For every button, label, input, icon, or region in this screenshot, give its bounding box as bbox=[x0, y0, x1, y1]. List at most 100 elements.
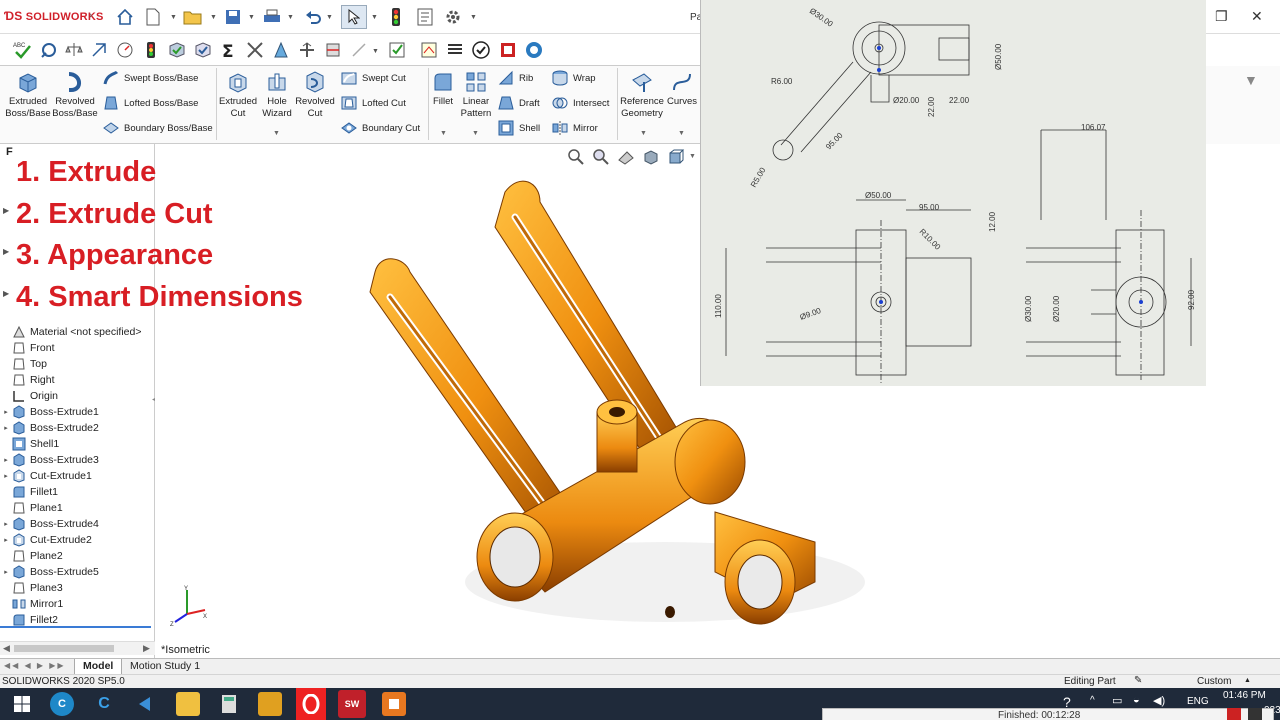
reference-geometry-button[interactable]: Reference Geometry bbox=[618, 70, 666, 120]
tree-item[interactable]: ▸ Boss-Extrude3 bbox=[0, 452, 99, 468]
deviation-analysis-icon[interactable] bbox=[418, 39, 440, 61]
expand-arrow-icon[interactable]: ▸ bbox=[0, 568, 12, 576]
close-popup-icon[interactable] bbox=[1248, 708, 1262, 720]
expand-arrow-icon[interactable]: ▸ bbox=[0, 424, 12, 432]
boundary-boss-button[interactable]: Boundary Boss/Base bbox=[103, 118, 213, 138]
measure-icon[interactable] bbox=[38, 39, 60, 61]
rollback-bar[interactable] bbox=[0, 626, 151, 628]
mass-properties-icon[interactable] bbox=[63, 39, 85, 61]
print-dropdown-icon[interactable]: ▼ bbox=[287, 14, 294, 21]
open-folder-icon[interactable] bbox=[183, 7, 203, 27]
vs-code-icon[interactable] bbox=[133, 692, 157, 716]
clock-time[interactable]: 01:46 PM bbox=[1223, 690, 1266, 701]
stop-recording-icon[interactable] bbox=[1227, 708, 1241, 720]
curvature-check-icon[interactable] bbox=[470, 39, 492, 61]
tab-model[interactable]: Model bbox=[74, 659, 123, 675]
thickness-analysis-icon[interactable] bbox=[244, 39, 266, 61]
tray-up-icon[interactable]: ^ bbox=[1090, 695, 1095, 706]
tree-item[interactable]: Plane2 bbox=[0, 548, 63, 564]
tree-tab[interactable]: F bbox=[6, 146, 13, 158]
tree-item[interactable]: Top bbox=[0, 356, 47, 372]
extruded-boss-button[interactable]: Extruded Boss/Base bbox=[3, 70, 53, 120]
options-dropdown-icon[interactable]: ▼ bbox=[470, 14, 477, 21]
revolved-cut-button[interactable]: Revolved Cut bbox=[290, 70, 340, 120]
expand-arrow-icon[interactable]: ▸ bbox=[0, 408, 12, 416]
tree-item[interactable]: Front bbox=[0, 340, 55, 356]
open-dropdown-icon[interactable]: ▼ bbox=[210, 14, 217, 21]
spell-check-icon[interactable]: ABC bbox=[12, 39, 34, 61]
expand-arrow-icon[interactable]: ▸ bbox=[0, 536, 12, 544]
draft-button[interactable]: Draft bbox=[498, 93, 540, 113]
import-diagnostics-icon[interactable] bbox=[386, 39, 408, 61]
previous-view-icon[interactable] bbox=[617, 148, 635, 169]
language-indicator[interactable]: ENG bbox=[1187, 696, 1209, 707]
boundary-cut-button[interactable]: Boundary Cut bbox=[341, 118, 420, 138]
revolved-boss-button[interactable]: Revolved Boss/Base bbox=[50, 70, 100, 120]
tree-item[interactable]: Mirror1 bbox=[0, 596, 63, 612]
tree-item[interactable]: ▸ Cut-Extrude1 bbox=[0, 468, 92, 484]
tree-horizontal-scrollbar[interactable]: ◀ ▶ bbox=[0, 641, 155, 655]
tab-navigation-arrows[interactable]: ◀◀ ◀ ▶ ▶▶ bbox=[4, 661, 66, 670]
tree-item[interactable]: Right bbox=[0, 372, 55, 388]
new-document-icon[interactable] bbox=[143, 7, 163, 27]
reference-geometry-dropdown-icon[interactable]: ▼ bbox=[640, 130, 647, 137]
tree-item[interactable]: Origin bbox=[0, 388, 58, 404]
file-explorer-taskbar-icon[interactable] bbox=[176, 692, 200, 716]
pattern-dropdown-icon[interactable]: ▼ bbox=[472, 130, 479, 137]
print-icon[interactable] bbox=[262, 7, 282, 27]
section-view-icon[interactable] bbox=[642, 148, 660, 169]
swept-cut-button[interactable]: Swept Cut bbox=[341, 68, 406, 88]
undercut-analysis-icon[interactable] bbox=[296, 39, 318, 61]
tree-item[interactable]: Fillet1 bbox=[0, 484, 58, 500]
expand-arrow-icon[interactable]: ▸ bbox=[0, 520, 12, 528]
symmetry-check-icon[interactable] bbox=[348, 39, 370, 61]
equations-sigma-icon[interactable]: Σ bbox=[218, 39, 240, 61]
ccleaner-icon[interactable]: C bbox=[50, 692, 74, 716]
zoom-area-icon[interactable] bbox=[592, 148, 610, 169]
zoom-to-fit-icon[interactable] bbox=[567, 148, 585, 169]
check-entity-icon[interactable] bbox=[166, 39, 188, 61]
c-app-icon[interactable]: C bbox=[92, 692, 116, 716]
hole-wizard-dropdown-icon[interactable]: ▼ bbox=[273, 130, 280, 137]
volume-icon[interactable]: ◀) bbox=[1153, 694, 1165, 707]
tree-item[interactable]: Plane1 bbox=[0, 500, 63, 516]
swept-boss-button[interactable]: Swept Boss/Base bbox=[103, 68, 198, 88]
rebuild-status-icon[interactable]: ✎ bbox=[1134, 675, 1142, 686]
symmetry-dropdown-icon[interactable]: ▼ bbox=[372, 48, 379, 55]
parting-line-analysis-icon[interactable] bbox=[322, 39, 344, 61]
performance-evaluation-icon[interactable] bbox=[140, 39, 162, 61]
curves-dropdown-icon[interactable]: ▼ bbox=[678, 130, 685, 137]
recorder-icon[interactable] bbox=[382, 692, 406, 716]
calculator-icon[interactable] bbox=[217, 692, 241, 716]
tree-collapse-icon[interactable]: ▶ bbox=[3, 247, 9, 256]
design-checker-icon[interactable] bbox=[523, 39, 545, 61]
sensor-gauge-icon[interactable] bbox=[114, 39, 136, 61]
options-gear-icon[interactable] bbox=[443, 7, 463, 27]
home-icon[interactable] bbox=[115, 7, 135, 27]
wrap-button[interactable]: Wrap bbox=[552, 68, 596, 88]
tree-item[interactable]: Shell1 bbox=[0, 436, 59, 452]
scroll-left-icon[interactable]: ◀ bbox=[3, 643, 10, 654]
tree-collapse-icon[interactable]: ▶ bbox=[3, 206, 9, 215]
save-dropdown-icon[interactable]: ▼ bbox=[248, 14, 255, 21]
file-properties-icon[interactable] bbox=[415, 7, 435, 27]
units-selector[interactable]: Custom bbox=[1197, 676, 1231, 687]
zebra-stripes-icon[interactable] bbox=[444, 39, 466, 61]
compare-documents-icon[interactable] bbox=[497, 39, 519, 61]
curves-button[interactable]: Curves bbox=[663, 70, 701, 108]
tree-item[interactable]: ▸ Cut-Extrude2 bbox=[0, 532, 92, 548]
close-window-icon[interactable]: ✕ bbox=[1251, 8, 1263, 25]
solidworks-taskbar-icon[interactable]: SW bbox=[338, 690, 366, 718]
save-icon[interactable] bbox=[223, 7, 243, 27]
restore-window-icon[interactable]: ❐ bbox=[1215, 8, 1228, 25]
section-properties-icon[interactable] bbox=[88, 39, 110, 61]
network-icon[interactable]: ◒ bbox=[1133, 694, 1140, 706]
windows-start-icon[interactable] bbox=[10, 692, 34, 716]
rebuild-traffic-light-icon[interactable] bbox=[386, 7, 406, 27]
expand-arrow-icon[interactable]: ▸ bbox=[0, 472, 12, 480]
tree-item[interactable]: ▸ Boss-Extrude2 bbox=[0, 420, 99, 436]
undo-dropdown-icon[interactable]: ▼ bbox=[326, 14, 333, 21]
select-dropdown-icon[interactable]: ▼ bbox=[371, 14, 378, 21]
tree-collapse-icon[interactable]: ▶ bbox=[3, 289, 9, 298]
opera-icon[interactable] bbox=[296, 688, 326, 720]
